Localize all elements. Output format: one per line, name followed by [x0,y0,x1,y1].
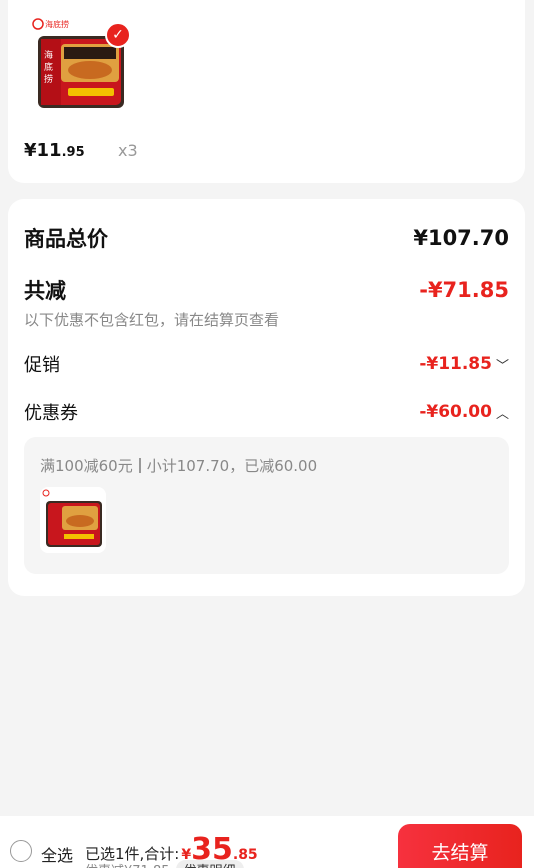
product-quantity: x3 [118,141,138,160]
total-price-value: ¥107.70 [413,226,509,250]
select-all-label[interactable]: 全选 [41,842,73,866]
promo-value: -¥11.85 [419,354,492,374]
coupon-value-wrap: -¥60.00 ︿ [419,402,509,422]
discount-line: 优惠减¥71.85 优惠明细 [85,860,244,868]
checkout-button[interactable]: 去结算 [398,824,522,868]
coupon-rule: 满100减60元 [40,457,133,475]
brand-text: 海底捞 [45,19,69,29]
reduce-label: 共减 [24,279,66,303]
select-all-radio[interactable] [10,840,32,862]
svg-text:捞: 捞 [44,73,53,85]
divider [138,458,141,473]
selected-check-icon[interactable]: ✓ [105,22,131,48]
coupon-row[interactable]: 优惠券 -¥60.00 ︿ [24,399,509,425]
coupon-subtotal: 小计107.70，已减60.00 [146,457,318,475]
chevron-down-icon[interactable]: ﹀ [496,355,509,374]
promo-label: 促销 [24,355,60,376]
svg-text:底: 底 [44,61,53,73]
coupon-label: 优惠券 [24,403,78,424]
product-card: 海底捞 海 底 捞 ✓ ¥11.95 x3 [8,0,525,183]
coupon-detail-box: 满100减60元 小计107.70，已减60.00 [24,437,509,574]
reduce-row: 共减 -¥71.85 [24,275,509,305]
promo-value-wrap: -¥11.85 ﹀ [419,354,509,374]
coupon-product-thumbnail[interactable] [40,487,106,553]
discount-detail-button[interactable]: 优惠明细 [175,860,244,868]
total-price-label: 商品总价 [24,227,108,251]
coupon-rule-line: 满100减60元 小计107.70，已减60.00 [40,455,317,476]
price-summary-card: 商品总价 ¥107.70 共减 -¥71.85 以下优惠不包含红包，请在结算页查… [8,199,525,596]
promo-row[interactable]: 促销 -¥11.85 ﹀ [24,351,509,377]
discount-text: 优惠减¥71.85 [85,860,170,868]
product-price: ¥11.95 [24,140,85,161]
svg-text:海: 海 [44,49,53,61]
reduce-note: 以下优惠不包含红包，请在结算页查看 [24,311,280,329]
total-price-row: 商品总价 ¥107.70 [24,223,509,253]
checkout-bar: 全选 已选1件,合计: ¥ 35 .85 优惠减¥71.85 优惠明细 去结算 [0,816,534,868]
reduce-value: -¥71.85 [419,278,509,302]
coupon-value: -¥60.00 [419,402,492,422]
chevron-up-icon[interactable]: ︿ [496,403,509,422]
